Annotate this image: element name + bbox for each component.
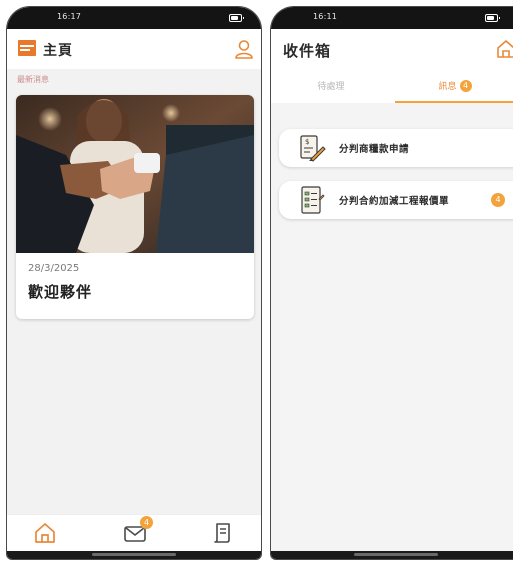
list-item[interactable]: 分判合約加減工程報價單 4 <box>279 181 513 219</box>
home-indicator <box>7 551 261 559</box>
tab-pending-label: 待處理 <box>317 82 345 92</box>
page-title: 收件箱 <box>283 42 332 60</box>
mail-badge: 4 <box>140 516 153 529</box>
tab-messages-label: 訊息 <box>438 82 457 92</box>
user-profile-icon[interactable] <box>233 38 255 60</box>
message-list: $ 分判商糧款申請 分判合約加減工程報價單 4 <box>271 103 513 551</box>
tab-pending[interactable]: 待處理 <box>271 79 391 92</box>
tab-messages[interactable]: 訊息 4 <box>395 79 513 92</box>
status-bar: 16:11 <box>271 7 513 29</box>
battery-icon <box>485 14 500 22</box>
message-label: 分判合約加減工程報價單 <box>339 196 450 207</box>
battery-icon <box>229 14 244 22</box>
mail-tab[interactable]: 4 <box>123 516 153 545</box>
status-time: 16:11 <box>313 12 338 21</box>
bottom-tab-bar: 4 <box>7 514 261 551</box>
status-time: 16:17 <box>57 12 82 21</box>
home-indicator <box>271 551 513 559</box>
home-icon[interactable] <box>33 521 57 545</box>
news-section-label: 最新消息 <box>17 75 49 84</box>
svg-text:$: $ <box>305 138 309 146</box>
payment-application-icon: $ <box>300 135 326 162</box>
page-title: 主頁 <box>43 43 73 59</box>
tab-messages-badge: 4 <box>459 80 472 92</box>
inbox-tabs: 待處理 訊息 4 <box>271 69 513 103</box>
news-card[interactable]: 28/3/2025 歡迎夥伴 <box>16 95 254 319</box>
message-badge: 4 <box>491 193 505 207</box>
screenshot-stage: 16:17 主頁 最新消息 28/3/2025 歡迎夥伴 4 16:11 收件箱… <box>0 0 513 562</box>
home-screen: 16:17 主頁 最新消息 28/3/2025 歡迎夥伴 4 <box>6 6 262 560</box>
list-item[interactable]: $ 分判商糧款申請 <box>279 129 513 167</box>
news-title: 歡迎夥伴 <box>28 283 93 301</box>
message-label: 分判商糧款申請 <box>339 144 410 155</box>
home-icon[interactable] <box>495 38 513 60</box>
document-icon[interactable] <box>211 521 235 545</box>
checklist-icon <box>301 186 325 214</box>
app-header: 主頁 <box>7 29 261 70</box>
handshake-photo <box>16 95 254 253</box>
status-bar: 16:17 <box>7 7 261 29</box>
inbox-screen: 16:11 收件箱 待處理 訊息 4 $ 分判商糧款申請 分判合約加減工程報價單… <box>270 6 513 560</box>
app-header: 收件箱 <box>271 29 513 70</box>
news-date: 28/3/2025 <box>28 263 80 274</box>
company-logo-icon <box>18 40 36 56</box>
